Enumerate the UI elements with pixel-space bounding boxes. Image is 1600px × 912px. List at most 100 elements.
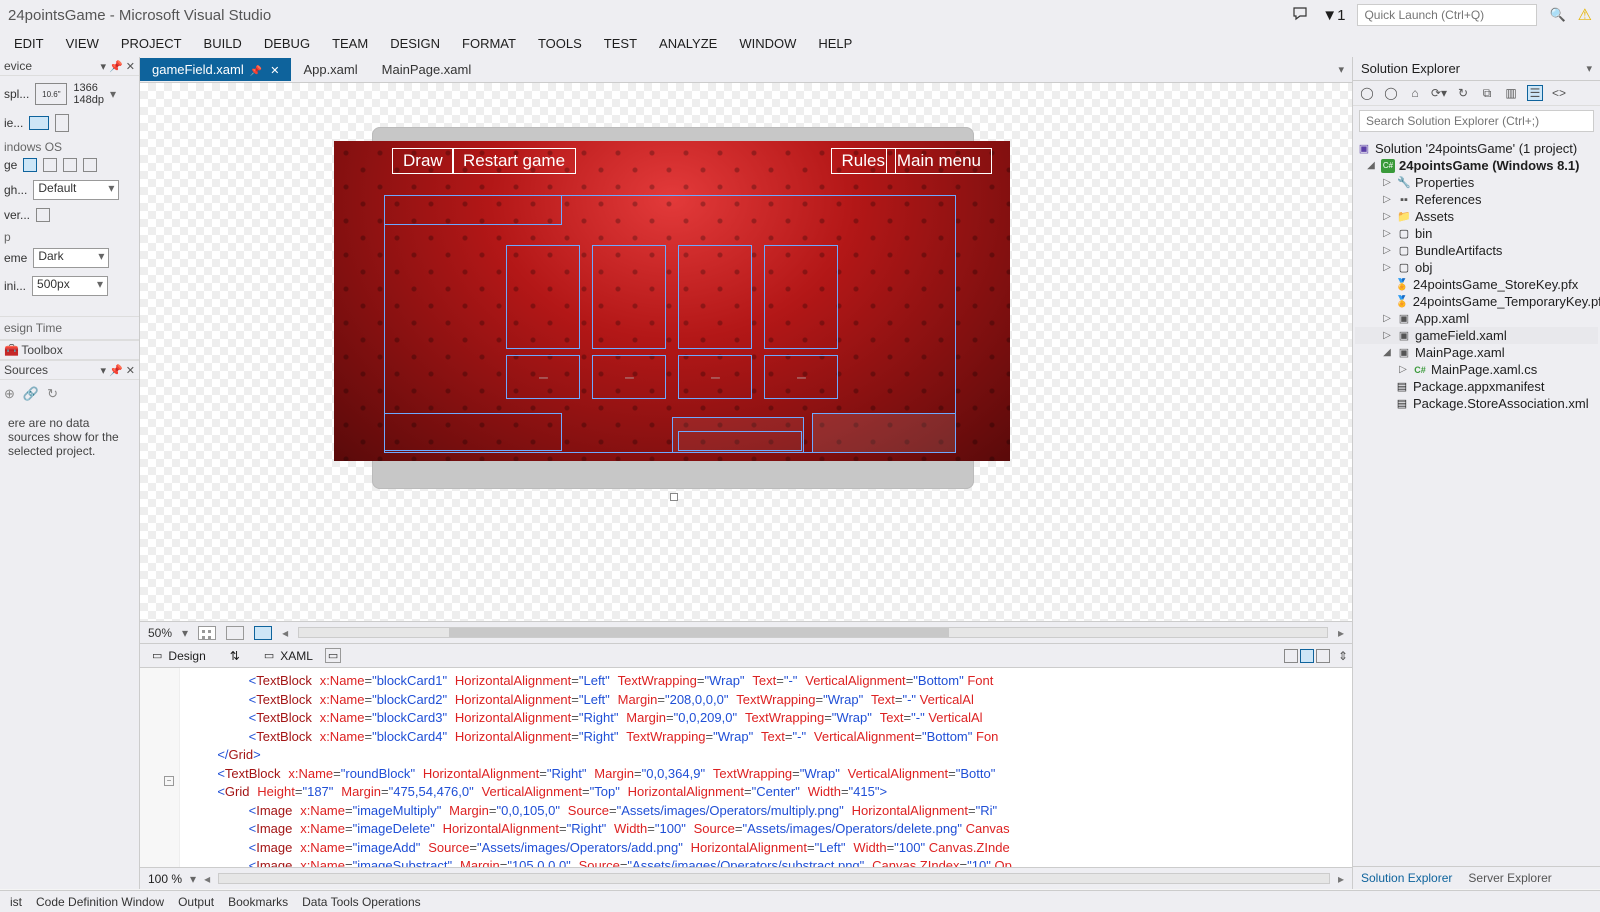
xaml-pane-tab[interactable]: ▭XAML▭ xyxy=(252,645,354,666)
fold-toggle[interactable]: − xyxy=(164,776,174,786)
menu-window[interactable]: WINDOW xyxy=(739,36,796,51)
appxaml-node[interactable]: App.xaml xyxy=(1415,311,1469,326)
code-scroll-left-icon[interactable]: ◂ xyxy=(204,872,210,886)
tab-mainpage-xaml[interactable]: MainPage.xaml xyxy=(370,58,484,81)
menu-debug[interactable]: DEBUG xyxy=(264,36,310,51)
swap-panes-icon[interactable]: ⇅ xyxy=(218,646,252,666)
expander-icon[interactable]: ▷ xyxy=(1381,211,1393,222)
bundle-node[interactable]: BundleArtifacts xyxy=(1415,243,1502,258)
menu-help[interactable]: HELP xyxy=(818,36,852,51)
obj-node[interactable]: obj xyxy=(1415,260,1432,275)
theme-select[interactable]: Dark ▾ xyxy=(33,248,109,268)
zoom-value[interactable]: 50% xyxy=(148,626,172,640)
link-source-icon[interactable]: 🔗 xyxy=(23,386,39,402)
designer-hscroll[interactable] xyxy=(298,627,1328,638)
grid-view-icon[interactable] xyxy=(198,626,216,640)
close-icon[interactable]: ✕ xyxy=(126,364,135,377)
code-scroll-right-icon[interactable]: ▸ xyxy=(1338,872,1344,886)
collapse-all-icon[interactable]: ⧉ xyxy=(1479,85,1495,101)
expand-pane-icon[interactable]: ⇕ xyxy=(1338,649,1348,663)
manifest-node[interactable]: Package.appxmanifest xyxy=(1413,379,1545,394)
se-window-menu-icon[interactable]: ▾ xyxy=(1586,62,1592,75)
grid-view2-icon[interactable] xyxy=(226,626,244,640)
orientation-portrait-icon[interactable] xyxy=(55,114,69,132)
feedback-icon[interactable] xyxy=(1292,6,1310,25)
minwidth-select[interactable]: 500px ▾ xyxy=(32,276,108,296)
back-icon[interactable]: ◯ xyxy=(1359,85,1375,101)
close-icon[interactable]: ✕ xyxy=(126,60,135,73)
menu-project[interactable]: PROJECT xyxy=(121,36,182,51)
panel-dropdown-icon[interactable]: ▾ xyxy=(101,60,107,73)
main-menu-button[interactable]: Main menu xyxy=(886,148,992,174)
mainpage-node[interactable]: MainPage.xaml xyxy=(1415,345,1505,360)
pin-icon[interactable]: 📌 xyxy=(109,60,123,73)
assets-node[interactable]: Assets xyxy=(1415,209,1454,224)
tab-pin-icon[interactable]: 📌 xyxy=(250,66,262,77)
status-output[interactable]: Output xyxy=(178,895,214,909)
design-pane-tab[interactable]: ▭Design xyxy=(140,646,218,666)
menu-analyze[interactable]: ANALYZE xyxy=(659,36,717,51)
solution-tree[interactable]: ▣Solution '24pointsGame' (1 project) ◢C#… xyxy=(1353,136,1600,416)
tab-close-icon[interactable]: ✕ xyxy=(270,65,279,77)
server-explorer-tab[interactable]: Server Explorer xyxy=(1460,867,1559,889)
properties-node[interactable]: Properties xyxy=(1415,175,1474,190)
override-checkbox[interactable] xyxy=(36,208,50,222)
expander-icon[interactable]: ▷ xyxy=(1381,245,1393,256)
menu-edit[interactable]: EDIT xyxy=(14,36,44,51)
expander-icon[interactable]: ◢ xyxy=(1365,160,1377,171)
expander-icon[interactable]: ▷ xyxy=(1381,228,1393,239)
edge-opt4[interactable] xyxy=(83,158,97,172)
preview-icon[interactable]: <> xyxy=(1551,85,1567,101)
menu-design[interactable]: DESIGN xyxy=(390,36,440,51)
status-errorlist[interactable]: ist xyxy=(10,895,22,909)
high-contrast-select[interactable]: Default ▾ xyxy=(33,180,119,200)
status-datatools[interactable]: Data Tools Operations xyxy=(302,895,421,909)
home-icon[interactable]: ⌂ xyxy=(1407,85,1423,101)
toolbox-header[interactable]: Toolbox xyxy=(21,343,62,357)
edge-opt2[interactable] xyxy=(43,158,57,172)
expander-icon[interactable]: ▷ xyxy=(1381,313,1393,324)
solution-node[interactable]: Solution '24pointsGame' (1 project) xyxy=(1375,141,1577,156)
edge-opt1[interactable] xyxy=(23,158,37,172)
menu-build[interactable]: BUILD xyxy=(204,36,242,51)
tempkey-node[interactable]: 24pointsGame_TemporaryKey.pfx xyxy=(1413,294,1600,309)
forward-icon[interactable]: ◯ xyxy=(1383,85,1399,101)
code-zoom-dropdown-icon[interactable]: ▾ xyxy=(190,872,196,886)
layout-horizontal-icon[interactable] xyxy=(1300,649,1314,663)
menu-team[interactable]: TEAM xyxy=(332,36,368,51)
project-node[interactable]: 24pointsGame (Windows 8.1) xyxy=(1399,158,1579,173)
warning-icon[interactable]: ⚠ xyxy=(1578,5,1592,25)
storekey-node[interactable]: 24pointsGame_StoreKey.pfx xyxy=(1413,277,1578,292)
tab-overflow-icon[interactable]: ▾ xyxy=(1330,63,1352,76)
status-codedef[interactable]: Code Definition Window xyxy=(36,895,164,909)
bin-node[interactable]: bin xyxy=(1415,226,1432,241)
xaml-code-editor[interactable]: <TextBlock x:Name="blockCard1" Horizonta… xyxy=(180,668,1352,867)
menu-view[interactable]: VIEW xyxy=(66,36,99,51)
draw-button[interactable]: Draw xyxy=(392,148,454,174)
references-node[interactable]: References xyxy=(1415,192,1481,207)
sync-icon[interactable]: ⟳▾ xyxy=(1431,85,1447,101)
scroll-left-icon[interactable]: ◂ xyxy=(282,626,288,640)
show-all-icon[interactable]: ▥ xyxy=(1503,85,1519,101)
expander-icon[interactable]: ▷ xyxy=(1381,177,1393,188)
solution-search-input[interactable] xyxy=(1359,110,1594,132)
layout-vertical-icon[interactable] xyxy=(1284,649,1298,663)
notifications-flag-icon[interactable]: ▼1 xyxy=(1322,7,1345,24)
menu-format[interactable]: FORMAT xyxy=(462,36,516,51)
storeassoc-node[interactable]: Package.StoreAssociation.xml xyxy=(1413,396,1589,411)
expander-icon[interactable]: ▷ xyxy=(1397,364,1409,375)
code-hscroll[interactable] xyxy=(218,873,1330,884)
snap-icon[interactable] xyxy=(254,626,272,640)
device-preview-icon[interactable]: 10.6" xyxy=(35,83,67,105)
expander-icon[interactable]: ▷ xyxy=(1381,194,1393,205)
pin-icon[interactable]: 📌 xyxy=(109,364,123,377)
tab-app-xaml[interactable]: App.xaml xyxy=(291,58,369,81)
zoom-dropdown-icon[interactable]: ▾ xyxy=(182,626,188,640)
quick-launch-input[interactable] xyxy=(1357,4,1537,26)
status-bookmarks[interactable]: Bookmarks xyxy=(228,895,288,909)
gamefield-node[interactable]: gameField.xaml xyxy=(1415,328,1507,343)
mainpagecs-node[interactable]: MainPage.xaml.cs xyxy=(1431,362,1537,377)
chevron-down-icon[interactable]: ▾ xyxy=(110,87,116,101)
solution-explorer-tab[interactable]: Solution Explorer xyxy=(1353,867,1460,889)
properties-icon[interactable]: ☰ xyxy=(1527,85,1543,101)
